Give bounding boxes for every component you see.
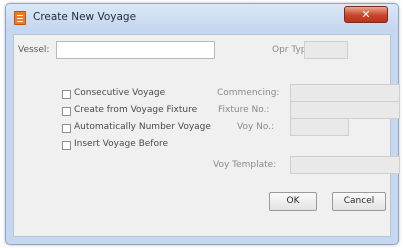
auto-number-checkbox[interactable]: [62, 124, 71, 133]
consecutive-voyage-label: Consecutive Voyage: [74, 88, 166, 98]
dialog-title: Create New Voyage: [33, 11, 137, 23]
create-from-fixture-label: Create from Voyage Fixture: [74, 105, 198, 115]
fixture-no-label: Fixture No.:: [218, 105, 270, 115]
app-icon: [14, 11, 26, 25]
insert-before-label: Insert Voyage Before: [74, 139, 169, 149]
voy-template-label: Voy Template:: [213, 160, 277, 170]
close-button[interactable]: ✕: [344, 6, 388, 23]
cancel-button[interactable]: Cancel: [332, 192, 386, 211]
vessel-label: Vessel:: [18, 45, 50, 55]
voy-template-field: [290, 156, 400, 174]
commencing-label: Commencing:: [217, 88, 280, 98]
ok-button[interactable]: OK: [269, 192, 317, 211]
consecutive-voyage-checkbox[interactable]: [62, 90, 71, 99]
create-voyage-dialog: Create New Voyage ✕ Vessel: Opr Type: Co…: [5, 3, 400, 245]
opr-type-field: [304, 41, 348, 59]
dialog-content: Vessel: Opr Type: Consecutive Voyage Com…: [13, 34, 400, 237]
voy-no-label: Voy No.:: [237, 122, 275, 132]
vessel-input[interactable]: [56, 41, 215, 59]
create-from-fixture-checkbox[interactable]: [62, 107, 71, 116]
fixture-no-field: [290, 101, 400, 119]
commencing-field: [290, 84, 400, 102]
title-bar: Create New Voyage ✕: [6, 4, 398, 31]
close-icon: ✕: [361, 8, 371, 21]
voy-no-field: [290, 118, 349, 136]
auto-number-label: Automatically Number Voyage: [74, 122, 211, 132]
insert-before-checkbox[interactable]: [62, 141, 71, 150]
